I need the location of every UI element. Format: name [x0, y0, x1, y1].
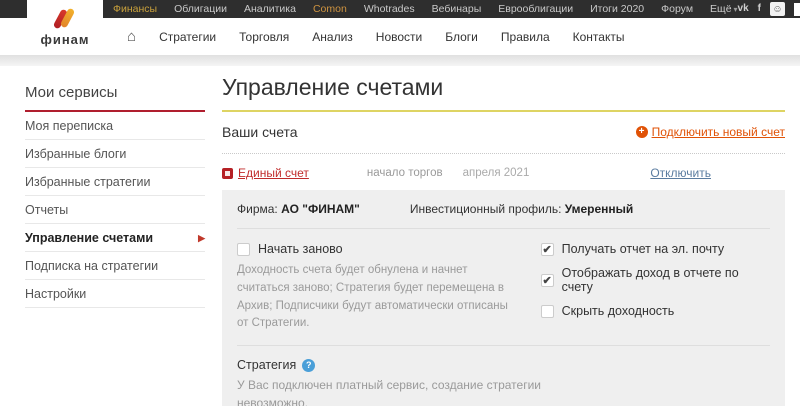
finam-logo-text: финам: [40, 32, 89, 47]
panel-divider: [237, 228, 770, 229]
home-icon[interactable]: ⌂: [127, 29, 136, 44]
topbar-right-group: vk f ☺ ▾ ✉: [738, 2, 800, 16]
subnav-item-strategii[interactable]: Стратегии: [159, 30, 216, 44]
profile-value: Умеренный: [565, 202, 634, 216]
sidebar-item-label: Избранные стратегии: [25, 175, 151, 189]
topbar-item-analitika[interactable]: Аналитика: [244, 3, 296, 15]
topbar-search-input[interactable]: [794, 3, 800, 16]
strategy-section: Стратегия ? У Вас подключен платный серв…: [237, 358, 770, 406]
sidebar-item-label: Настройки: [25, 287, 86, 301]
account-row: Единый счет начало торгов апреля 2021 От…: [222, 165, 785, 181]
topbar-item-evroobligacii[interactable]: Еврооблигации: [498, 3, 573, 15]
trade-start-date: апреля 2021: [463, 167, 530, 179]
page: Финансы Облигации Аналитика Comon Whotra…: [0, 0, 800, 406]
main-content: Управление счетами Ваши счета + Подключи…: [222, 66, 785, 406]
header-divider-band: [0, 55, 800, 66]
topbar-item-whotrades[interactable]: Whotrades: [364, 3, 415, 15]
topbar-item-more[interactable]: Ещё▾: [710, 3, 738, 15]
sidebar-title: Мои сервисы: [25, 84, 205, 112]
add-account-label: Подключить новый счет: [652, 125, 785, 139]
restart-checkbox-row[interactable]: Начать заново: [237, 242, 533, 256]
smiley-icon[interactable]: ☺: [770, 2, 785, 16]
top-menu: Финансы Облигации Аналитика Comon Whotra…: [113, 3, 738, 15]
trade-start-label: начало торгов: [367, 167, 443, 179]
section-title: Ваши счета: [222, 124, 298, 140]
hide-profit-checkbox-row[interactable]: Скрыть доходность: [541, 304, 770, 318]
email-report-checkbox-row[interactable]: ✔ Получать отчет на эл. почту: [541, 242, 770, 256]
account-settings-panel: Фирма: АО "ФИНАМ" Инвестиционный профиль…: [222, 190, 785, 406]
profile-field: Инвестиционный профиль: Умеренный: [410, 202, 633, 216]
topbar-item-obligacii[interactable]: Облигации: [174, 3, 227, 15]
sidebar-item-perepiska[interactable]: Моя переписка: [25, 112, 205, 140]
firm-field: Фирма: АО "ФИНАМ": [237, 202, 360, 216]
hide-profit-checkbox[interactable]: [541, 305, 554, 318]
title-underline: [222, 110, 785, 112]
finam-logo-icon: [52, 8, 78, 30]
dotted-divider: [222, 153, 785, 154]
show-income-label: Отображать доход в отчете по счету: [562, 266, 770, 294]
restart-option-group: Начать заново Доходность счета будет обн…: [237, 242, 533, 333]
show-income-checkbox-row[interactable]: ✔ Отображать доход в отчете по счету: [541, 266, 770, 294]
add-account-link[interactable]: + Подключить новый счет: [636, 125, 785, 139]
sidebar-item-label: Моя переписка: [25, 119, 113, 133]
sidebar-item-label: Избранные блоги: [25, 147, 126, 161]
sidebar-item-otchety[interactable]: Отчеты: [25, 196, 205, 224]
sidebar-item-label: Подписка на стратегии: [25, 259, 158, 273]
topbar-item-forum[interactable]: Форум: [661, 3, 693, 15]
show-income-checkbox[interactable]: ✔: [541, 274, 554, 287]
sidebar-item-label: Управление счетами: [25, 231, 153, 245]
panel-divider: [237, 345, 770, 346]
account-icon: [222, 168, 233, 179]
active-arrow-icon: ▶: [198, 233, 205, 244]
profile-label: Инвестиционный профиль:: [410, 202, 562, 216]
subnav-item-pravila[interactable]: Правила: [501, 30, 550, 44]
topbar-item-vebinary[interactable]: Вебинары: [432, 3, 482, 15]
subnav-item-analiz[interactable]: Анализ: [312, 30, 353, 44]
restart-description: Доходность счета будет обнулена и начнет…: [237, 262, 509, 333]
topbar-item-finansy[interactable]: Финансы: [113, 3, 157, 15]
sidebar-item-izbrannye-strategii[interactable]: Избранные стратегии: [25, 168, 205, 196]
sidebar-item-label: Отчеты: [25, 203, 68, 217]
subnav-item-kontakty[interactable]: Контакты: [573, 30, 625, 44]
facebook-icon[interactable]: f: [758, 4, 761, 14]
topbar-item-comon[interactable]: Comon: [313, 3, 347, 15]
restart-label: Начать заново: [258, 242, 343, 256]
help-icon[interactable]: ?: [302, 359, 315, 372]
subnav-item-novosti[interactable]: Новости: [376, 30, 422, 44]
report-options-group: ✔ Получать отчет на эл. почту ✔ Отобража…: [541, 242, 770, 333]
strategy-description: У Вас подключен платный сервис, создание…: [237, 377, 567, 406]
strategy-title: Стратегия: [237, 358, 296, 372]
sidebar-item-upravlenie-schetami[interactable]: Управление счетами ▶: [25, 224, 205, 252]
restart-checkbox[interactable]: [237, 243, 250, 256]
topbar-item-itogi-2020[interactable]: Итоги 2020: [590, 3, 644, 15]
account-name-link[interactable]: Единый счет: [238, 166, 309, 180]
firm-value: АО "ФИНАМ": [281, 202, 360, 216]
disconnect-link[interactable]: Отключить: [650, 166, 711, 180]
top-bar: Финансы Облигации Аналитика Comon Whotra…: [0, 0, 800, 18]
sidebar-item-nastroyki[interactable]: Настройки: [25, 280, 205, 308]
finam-logo[interactable]: финам: [27, 0, 103, 55]
email-report-label: Получать отчет на эл. почту: [562, 242, 725, 256]
firm-label: Фирма:: [237, 202, 278, 216]
plus-icon: +: [636, 126, 648, 138]
sidebar: Мои сервисы Моя переписка Избранные блог…: [25, 84, 205, 308]
sidebar-item-izbrannye-blogi[interactable]: Избранные блоги: [25, 140, 205, 168]
subnav-item-blogi[interactable]: Блоги: [445, 30, 478, 44]
vk-icon[interactable]: vk: [738, 4, 749, 14]
sidebar-item-podpiska[interactable]: Подписка на стратегии: [25, 252, 205, 280]
sub-nav: ⌂ Стратегии Торговля Анализ Новости Блог…: [0, 18, 800, 55]
subnav-item-torgovlya[interactable]: Торговля: [239, 30, 289, 44]
page-title: Управление счетами: [222, 74, 785, 101]
email-report-checkbox[interactable]: ✔: [541, 243, 554, 256]
hide-profit-label: Скрыть доходность: [562, 304, 675, 318]
